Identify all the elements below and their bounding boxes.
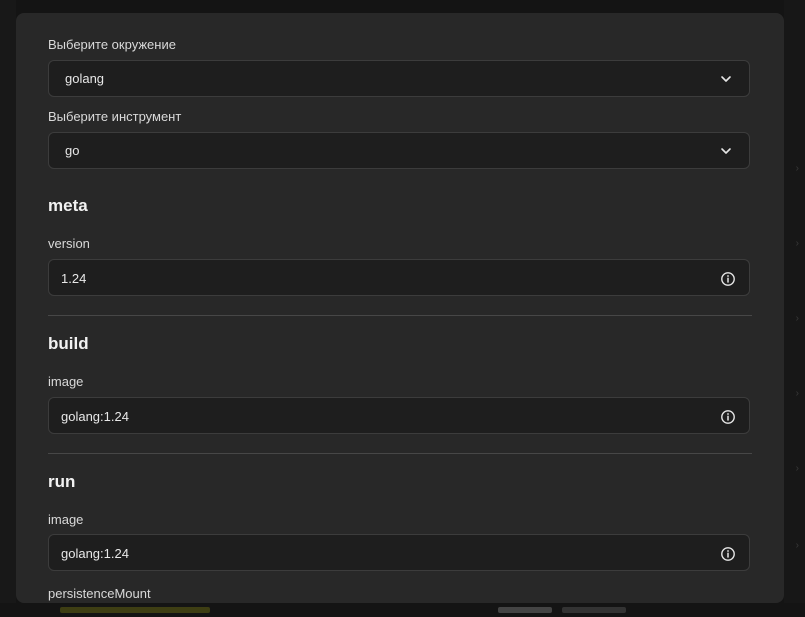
info-icon[interactable] — [720, 271, 736, 287]
section-title-meta: meta — [48, 196, 88, 215]
background-chevron-icon: › — [795, 540, 799, 551]
version-input-value: 1.24 — [61, 271, 87, 286]
run-image-label: image — [48, 512, 84, 527]
persistence-mount-label: persistenceMount — [48, 586, 151, 601]
background-status-bar — [60, 607, 210, 613]
environment-label: Выберите окружение — [48, 37, 176, 52]
build-image-input-value: golang:1.24 — [61, 409, 129, 424]
chevron-down-icon — [721, 148, 731, 154]
environment-select-value: golang — [65, 71, 105, 86]
background-chevron-icon: › — [795, 163, 799, 174]
version-label: version — [48, 236, 90, 251]
run-image-input[interactable]: golang:1.24 — [48, 534, 750, 571]
info-icon[interactable] — [720, 546, 736, 562]
section-title-run: run — [48, 472, 76, 491]
section-divider — [48, 453, 752, 454]
section-divider — [48, 315, 752, 316]
background-bottom-row — [0, 603, 805, 617]
config-modal: Выберите окружение golang Выберите инстр… — [16, 13, 784, 603]
run-image-input-value: golang:1.24 — [61, 546, 129, 561]
info-icon[interactable] — [720, 409, 736, 425]
version-input[interactable]: 1.24 — [48, 259, 750, 296]
section-title-build: build — [48, 334, 89, 353]
background-chevron-icon: › — [795, 463, 799, 474]
background-left-rail — [0, 0, 16, 617]
build-image-input[interactable]: golang:1.24 — [48, 397, 750, 434]
tool-select-value: go — [65, 143, 80, 158]
background-status-bar — [562, 607, 626, 613]
chevron-down-icon — [721, 76, 731, 82]
environment-select[interactable]: golang — [48, 60, 750, 97]
background-right-rail: › › › › › › — [784, 0, 805, 617]
background-chevron-icon: › — [795, 238, 799, 249]
tool-label: Выберите инструмент — [48, 109, 182, 124]
background-chevron-icon: › — [795, 313, 799, 324]
build-image-label: image — [48, 374, 84, 389]
background-chevron-icon: › — [795, 388, 799, 399]
tool-select[interactable]: go — [48, 132, 750, 169]
background-status-bar — [498, 607, 552, 613]
